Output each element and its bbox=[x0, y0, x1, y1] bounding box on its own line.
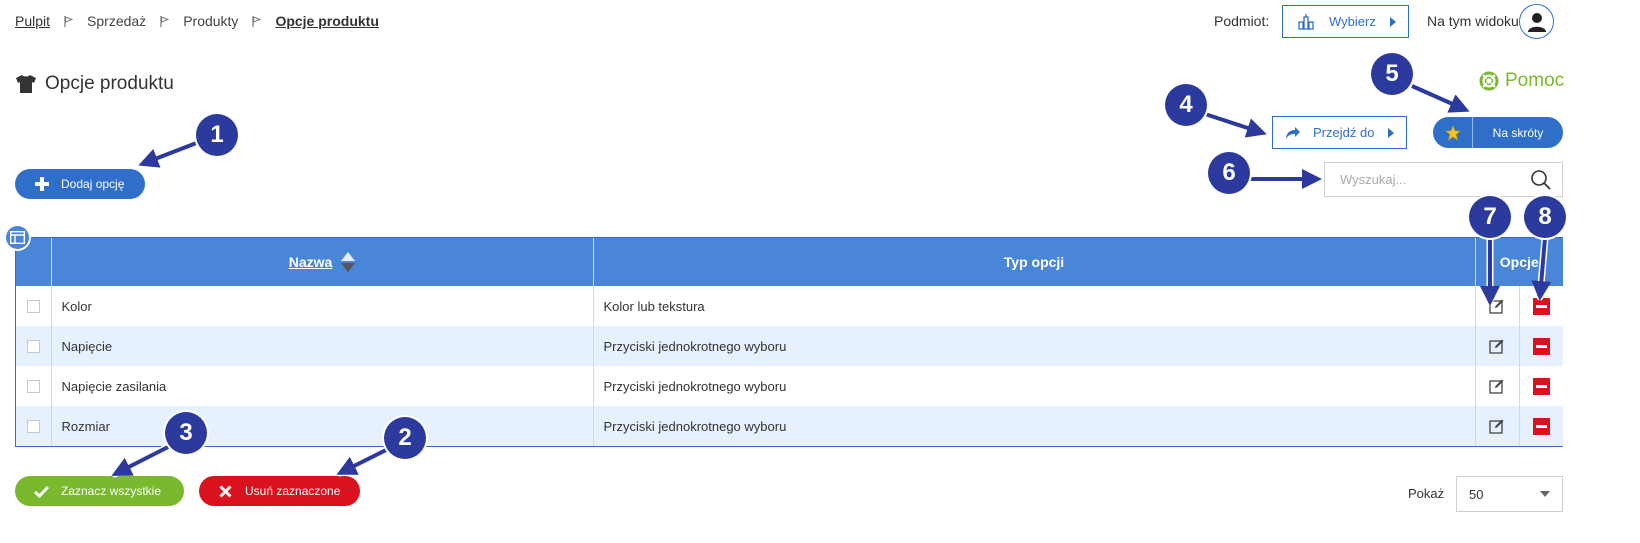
edit-icon bbox=[1489, 379, 1504, 394]
add-option-label: Dodaj opcję bbox=[61, 177, 125, 191]
user-avatar-button[interactable] bbox=[1519, 4, 1554, 39]
row-type: Przyciski jednokrotnego wyboru bbox=[593, 406, 1476, 446]
subject-select-label: Wybierz bbox=[1329, 14, 1376, 29]
select-all-label: Zaznacz wszystkie bbox=[61, 484, 162, 498]
delete-button[interactable] bbox=[1530, 297, 1554, 315]
select-all-button[interactable]: Zaznacz wszystkie bbox=[15, 476, 184, 506]
edit-icon bbox=[1489, 339, 1504, 354]
subject-select-button[interactable]: Wybierz bbox=[1282, 5, 1409, 38]
row-name: Rozmiar bbox=[51, 406, 594, 446]
table-header-row: Nazwa Typ opcji Opcje bbox=[16, 238, 1563, 286]
subject-label: Podmiot: bbox=[1214, 13, 1270, 29]
page-title-text: Opcje produktu bbox=[45, 73, 174, 94]
table-row: Kolor Kolor lub tekstura bbox=[16, 286, 1563, 326]
page-size-select[interactable]: 50 bbox=[1456, 476, 1563, 512]
column-header-name-label: Nazwa bbox=[288, 254, 333, 270]
search-box bbox=[1324, 162, 1563, 197]
shortcuts-label: Na skróty bbox=[1492, 125, 1544, 140]
edit-icon bbox=[1489, 419, 1504, 434]
search-icon[interactable] bbox=[1530, 169, 1552, 191]
minus-icon bbox=[1532, 417, 1550, 435]
row-type: Kolor lub tekstura bbox=[593, 286, 1476, 326]
row-checkbox[interactable] bbox=[26, 419, 40, 433]
caret-right-icon bbox=[1390, 16, 1396, 27]
column-header-name[interactable]: Nazwa bbox=[51, 238, 594, 286]
annotation-badge: 8 bbox=[1524, 196, 1566, 238]
column-header-options: Opcje bbox=[1475, 238, 1563, 286]
options-table: Nazwa Typ opcji Opcje Kolor Kolor lub te… bbox=[15, 237, 1563, 447]
view-label: Na tym widoku bbox=[1427, 13, 1519, 29]
user-icon bbox=[1527, 12, 1546, 32]
annotation-badge: 1 bbox=[196, 114, 238, 156]
sort-icon bbox=[341, 252, 356, 272]
minus-icon bbox=[1532, 337, 1550, 355]
breadcrumb-item-produkty[interactable]: Produkty bbox=[183, 13, 238, 29]
edit-button[interactable] bbox=[1486, 338, 1509, 354]
table-row: Rozmiar Przyciski jednokrotnego wyboru bbox=[16, 406, 1563, 446]
table-row: Napięcie Przyciski jednokrotnego wyboru bbox=[16, 326, 1563, 366]
annotation-badge: 4 bbox=[1165, 84, 1207, 126]
breadcrumb: Pulpit Sprzedaż Produkty Opcje produktu bbox=[15, 13, 379, 29]
add-option-button[interactable]: Dodaj opcję bbox=[15, 169, 145, 199]
chevron-down-icon bbox=[1540, 491, 1550, 497]
row-name: Kolor bbox=[51, 286, 594, 326]
edit-button[interactable] bbox=[1486, 378, 1509, 394]
annotation-badge: 2 bbox=[384, 417, 426, 459]
star-icon bbox=[1433, 117, 1473, 148]
edit-button[interactable] bbox=[1486, 298, 1509, 314]
minus-icon bbox=[1532, 297, 1550, 315]
flag-separator-icon bbox=[160, 15, 170, 27]
goto-button[interactable]: Przejdź do bbox=[1272, 116, 1407, 149]
checkmark-icon bbox=[34, 485, 49, 498]
row-checkbox[interactable] bbox=[26, 299, 40, 313]
delete-button[interactable] bbox=[1530, 377, 1554, 395]
annotation-badge: 7 bbox=[1469, 196, 1511, 238]
delete-selected-button[interactable]: Usuń zaznaczone bbox=[199, 476, 360, 506]
tshirt-icon bbox=[15, 74, 37, 94]
caret-right-icon bbox=[1388, 127, 1394, 138]
column-settings-button[interactable] bbox=[4, 224, 31, 251]
search-input[interactable] bbox=[1325, 163, 1530, 196]
annotation-badge: 5 bbox=[1371, 53, 1413, 95]
page-size-value: 50 bbox=[1469, 486, 1484, 502]
delete-button[interactable] bbox=[1530, 337, 1554, 355]
help-link[interactable]: Pomoc bbox=[1479, 70, 1564, 92]
page-size-label: Pokaż bbox=[1408, 486, 1445, 501]
row-checkbox[interactable] bbox=[26, 379, 40, 393]
flag-separator-icon bbox=[64, 15, 74, 27]
help-label: Pomoc bbox=[1505, 70, 1565, 91]
table-columns-icon bbox=[10, 231, 25, 244]
row-name: Napięcie zasilania bbox=[51, 366, 594, 406]
lifebuoy-icon bbox=[1479, 71, 1499, 91]
breadcrumb-item-current[interactable]: Opcje produktu bbox=[275, 13, 378, 29]
annotation-badge: 6 bbox=[1208, 152, 1250, 194]
plus-icon bbox=[35, 177, 49, 191]
table-row: Napięcie zasilania Przyciski jednokrotne… bbox=[16, 366, 1563, 406]
edit-icon bbox=[1489, 299, 1504, 314]
column-header-type: Typ opcji bbox=[593, 238, 1476, 286]
delete-button[interactable] bbox=[1530, 417, 1554, 435]
minus-icon bbox=[1532, 377, 1550, 395]
row-name: Napięcie bbox=[51, 326, 594, 366]
row-checkbox[interactable] bbox=[26, 339, 40, 353]
flag-separator-icon bbox=[252, 15, 262, 27]
close-icon bbox=[219, 484, 232, 498]
delete-selected-label: Usuń zaznaczone bbox=[245, 484, 341, 498]
page-title: Opcje produktu bbox=[15, 73, 174, 95]
row-type: Przyciski jednokrotnego wyboru bbox=[593, 366, 1476, 406]
goto-label: Przejdź do bbox=[1313, 125, 1375, 140]
shortcuts-button[interactable]: Na skróty bbox=[1433, 117, 1563, 148]
share-arrow-icon bbox=[1285, 126, 1301, 140]
annotation-badge: 3 bbox=[165, 412, 207, 454]
edit-button[interactable] bbox=[1486, 418, 1509, 434]
row-type: Przyciski jednokrotnego wyboru bbox=[593, 326, 1476, 366]
organization-icon bbox=[1297, 13, 1315, 31]
breadcrumb-item-sprzedaz[interactable]: Sprzedaż bbox=[87, 13, 146, 29]
breadcrumb-item-pulpit[interactable]: Pulpit bbox=[15, 13, 50, 29]
